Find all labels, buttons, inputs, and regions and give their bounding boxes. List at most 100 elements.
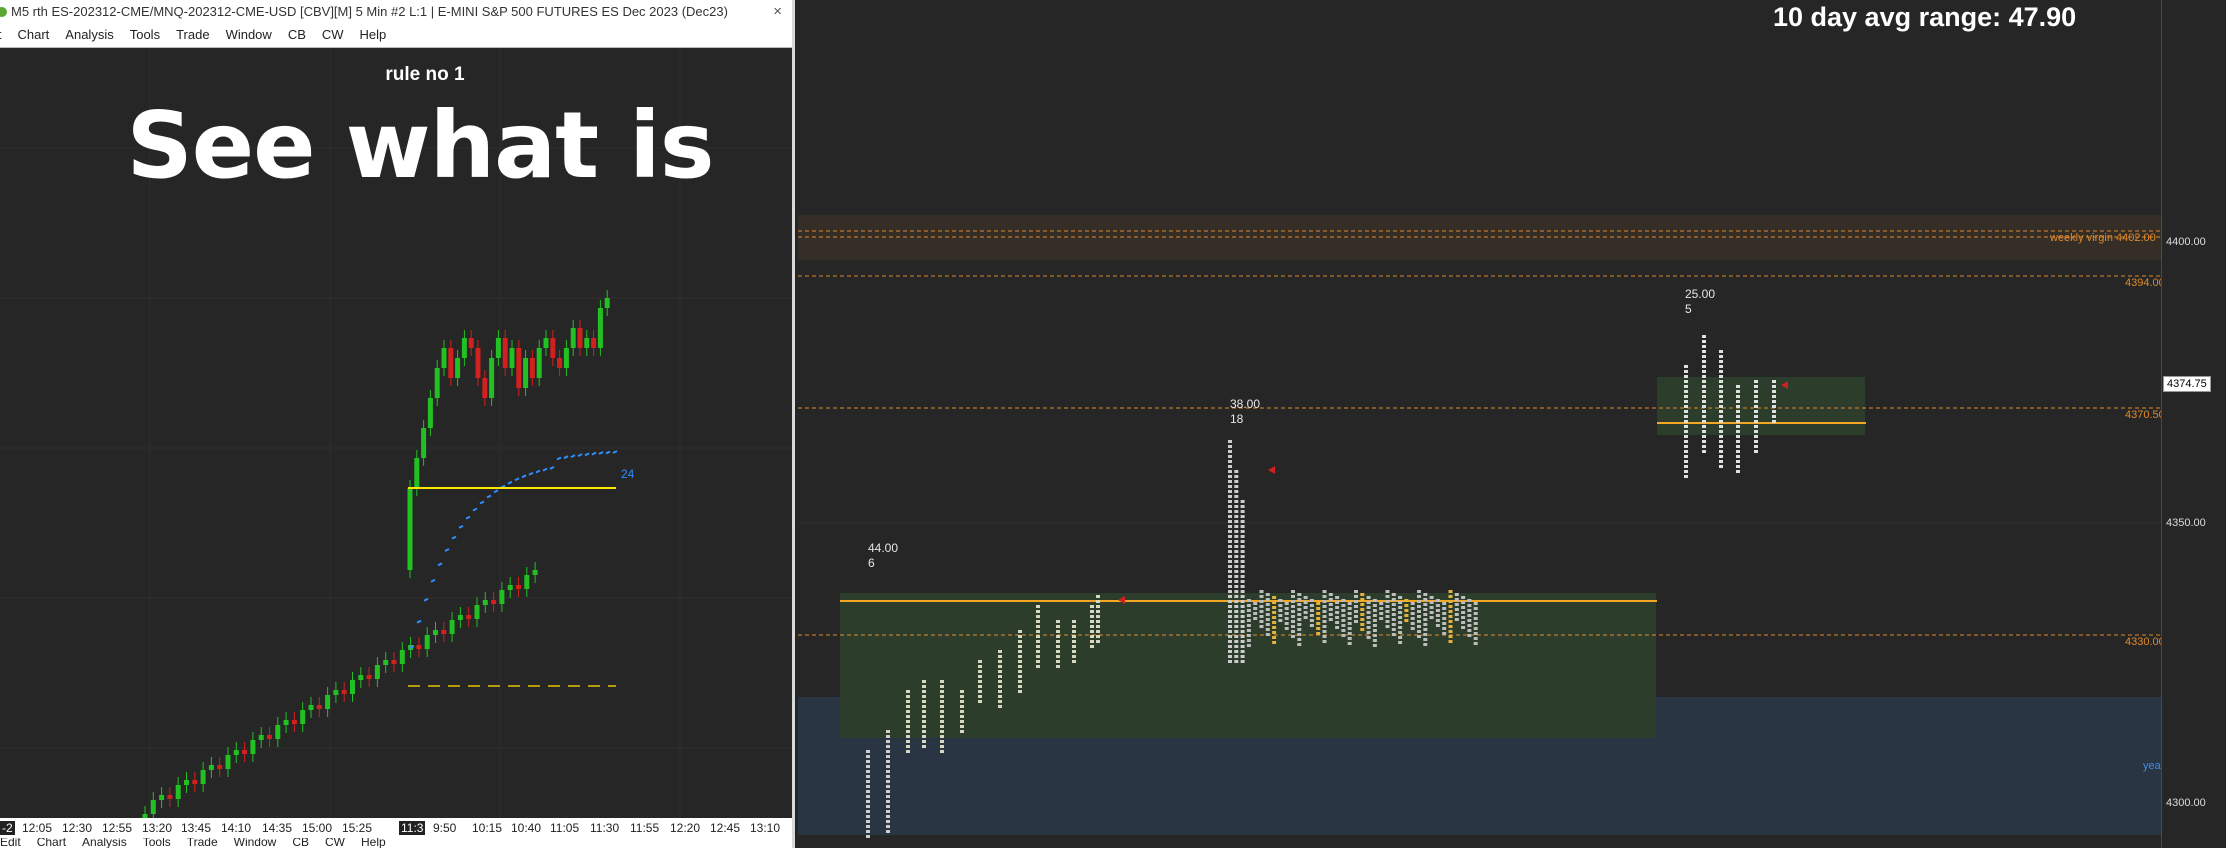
tpo-letter [1328,608,1333,611]
tpo-letter [940,700,944,703]
menu-cw[interactable]: CW [322,27,344,42]
menu-cb[interactable]: CB [288,27,306,42]
tpo-letter [960,690,964,693]
tpo-letter [906,720,910,723]
tpo-letter [940,735,944,738]
tpo-letter [1234,580,1239,583]
tpo-letter [1322,605,1327,608]
tpo-letter [1259,620,1264,623]
menu-tools[interactable]: Tools [143,838,171,848]
market-profile-chart[interactable]: 10 day avg range: 47.90 44.00 6 38.00 18… [798,0,2226,848]
candle-body [495,338,501,358]
tpo-letter [1322,640,1327,643]
tpo-letter [1316,602,1321,605]
menu-analysis[interactable]: Analysis [82,838,127,848]
menu-help[interactable]: Help [360,27,387,42]
menu-help[interactable]: Help [361,838,386,848]
tpo-letter [1442,622,1447,625]
tpo-letter [1284,617,1289,620]
tpo-letter [1056,645,1060,648]
menu-analysis[interactable]: Analysis [65,27,113,42]
tpo-letter [1423,618,1428,621]
tpo-letter [1090,615,1094,618]
left-chart-window[interactable]: M5 rth ES-202312-CME/MNQ-202312-CME-USD … [0,0,795,848]
menu-trade[interactable]: Trade [176,27,209,42]
tpo-letter [1736,430,1740,433]
candle-body [491,600,497,604]
tpo-letter [1309,604,1314,607]
tpo-letter [1265,633,1270,636]
tpo-letter [1240,540,1245,543]
tpo-letter [1090,645,1094,648]
menu-chart[interactable]: Chart [37,838,66,848]
tpo-letter [866,835,870,838]
window-titlebar[interactable]: M5 rth ES-202312-CME/MNQ-202312-CME-USD … [0,0,792,23]
tpo-letter [1702,370,1706,373]
tpo-letter [1234,605,1239,608]
tpo-letter [1228,445,1232,448]
vwap-dash [612,450,618,454]
current-price-label: 4374.75 [2163,376,2211,392]
menu-tools[interactable]: Tools [130,27,160,42]
tpo-letter [978,685,982,688]
tpo-letter [978,695,982,698]
tpo-letter [1754,440,1758,443]
menu-edit[interactable]: Edit [0,838,21,848]
tpo-letter [1322,635,1327,638]
vwap-dash [577,453,583,458]
tpo-letter [1398,641,1403,644]
tpo-letter [1360,608,1365,611]
tpo-letter [1328,618,1333,621]
tpo-letter [1228,620,1232,623]
tpo-letter [1372,644,1377,647]
tpo-letter [1234,625,1239,628]
tpo-letter [1228,500,1232,503]
tpo-letter [1234,640,1239,643]
close-icon[interactable]: × [773,0,782,23]
tpo-letter [1272,611,1277,614]
candle-body [516,348,522,388]
candle-body [225,755,231,769]
tpo-letter [1702,365,1706,368]
tpo-letter [1234,530,1239,533]
menu-cw[interactable]: CW [325,838,345,848]
vwap-value-label: 24 [621,467,635,481]
vwap-dash [451,535,457,540]
tpo-letter [1391,608,1396,611]
tpo-letter [1253,612,1258,615]
tpo-letter [1291,610,1295,613]
vwap-dash [507,480,513,485]
vwap-dash [416,619,422,624]
tpo-letter [1234,495,1239,498]
tpo-letter [1379,602,1384,605]
tpo-letter [1259,600,1264,603]
tpo-letter [922,730,926,733]
tpo-letter [940,685,944,688]
tpo-letter [1090,620,1094,623]
tpo-letter [1410,602,1415,605]
tpo-letter [1240,655,1245,658]
tpo-letter [1246,629,1251,632]
vwap-dash [486,494,492,499]
candle-body [461,338,467,358]
tpo-letter [1736,450,1740,453]
tpo-letter [1234,570,1239,573]
tpo-letter [1448,635,1453,638]
menu-window[interactable]: Window [234,838,277,848]
profile-range: 25.00 [1685,287,1716,301]
tpo-letter [906,710,910,713]
weekly-virgin-label: weekly virgin 4402.00 [2050,232,2156,244]
menu-chart[interactable]: Chart [18,27,50,42]
tpo-letter [1291,600,1295,603]
tpo-letter [1429,606,1434,609]
menu-window[interactable]: Window [226,27,272,42]
menu-trade[interactable]: Trade [187,838,218,848]
tpo-letter [1719,350,1723,353]
tpo-letter [906,695,910,698]
menu-edit[interactable]: it [0,27,2,42]
tpo-letter [1702,430,1706,433]
price-axis[interactable] [2161,0,2226,848]
tpo-letter [886,830,890,833]
menu-cb[interactable]: CB [292,838,309,848]
time-tick: 10:40 [511,821,542,835]
